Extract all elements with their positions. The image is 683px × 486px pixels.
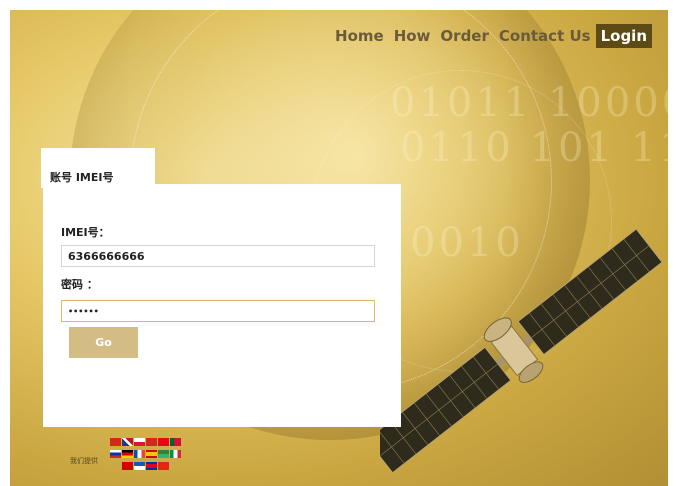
password-input[interactable] — [61, 300, 375, 322]
flag-tr-icon[interactable] — [158, 438, 169, 446]
nav-contact-link[interactable]: Contact Us — [494, 24, 596, 48]
flag-cn-icon[interactable] — [110, 438, 121, 446]
satellite-image — [380, 228, 663, 474]
nav-how-link[interactable]: How — [389, 24, 436, 48]
flag-gr-icon[interactable] — [134, 462, 145, 470]
flag-es-icon[interactable] — [146, 450, 157, 458]
flag-sa-icon[interactable] — [158, 450, 169, 458]
go-button[interactable]: Go — [69, 327, 138, 358]
flag-fr-icon[interactable] — [134, 450, 145, 458]
top-nav: Home How Order Contact Us Login — [330, 24, 652, 48]
flag-mk-icon[interactable] — [122, 462, 133, 470]
flag-de-icon[interactable] — [122, 450, 133, 458]
flag-kh-icon[interactable] — [146, 462, 157, 470]
login-panel: IMEI号： 密码 ： Go — [43, 184, 401, 427]
flag-vn-icon[interactable] — [146, 438, 157, 446]
nav-order-link[interactable]: Order — [435, 24, 493, 48]
nav-login-link[interactable]: Login — [595, 24, 652, 48]
imei-label: IMEI号： — [61, 226, 110, 239]
hero-background: 01011 100000 101 0110 101 1100 0010 — [10, 10, 668, 486]
flag-it-icon[interactable] — [170, 450, 181, 458]
flag-uk-icon[interactable] — [122, 438, 133, 446]
login-tab-label: 账号 IMEI号 — [50, 171, 114, 184]
imei-input[interactable] — [61, 245, 375, 267]
binary-decoration: 01011 100000 101 — [390, 80, 668, 126]
flag-pt-icon[interactable] — [170, 438, 181, 446]
binary-decoration: 0110 101 1100 — [400, 125, 668, 171]
login-tab[interactable]: 账号 IMEI号 — [41, 148, 155, 188]
flag-ru-icon[interactable] — [110, 450, 121, 458]
nav-home-link[interactable]: Home — [330, 24, 389, 48]
password-label: 密码 ： — [61, 278, 98, 291]
flag-hk-icon[interactable] — [158, 462, 169, 470]
provided-by-label: 我们提供 — [70, 458, 98, 465]
flag-pl-icon[interactable] — [134, 438, 145, 446]
